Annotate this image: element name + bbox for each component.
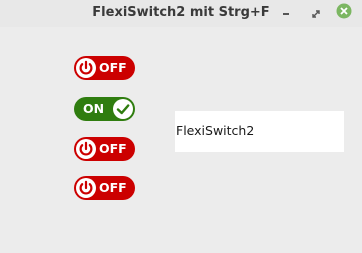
toggle-label: ON — [83, 101, 105, 116]
check-icon — [113, 99, 133, 119]
close-icon — [336, 3, 352, 23]
power-icon — [76, 178, 96, 198]
toggle-label: OFF — [99, 141, 127, 156]
minimize-icon — [281, 4, 291, 23]
minimize-button[interactable] — [277, 4, 295, 22]
toggle-label: OFF — [99, 180, 127, 195]
close-button[interactable] — [335, 3, 353, 23]
title-bar: FlexiSwitch2 mit Strg+F — [0, 0, 362, 27]
toggle-switch-1[interactable]: OFF — [74, 56, 135, 80]
toggle-switch-2[interactable]: ON — [74, 97, 135, 121]
maximize-button[interactable] — [307, 4, 325, 22]
toggle-switch-4[interactable]: OFF — [74, 176, 135, 200]
text-field-value: FlexiSwitch2 — [176, 123, 255, 138]
text-field[interactable]: FlexiSwitch2 — [175, 111, 344, 152]
toggle-switch-3[interactable]: OFF — [74, 137, 135, 161]
maximize-icon — [311, 4, 321, 23]
power-icon — [76, 58, 96, 78]
power-icon — [76, 139, 96, 159]
toggle-label: OFF — [99, 60, 127, 75]
